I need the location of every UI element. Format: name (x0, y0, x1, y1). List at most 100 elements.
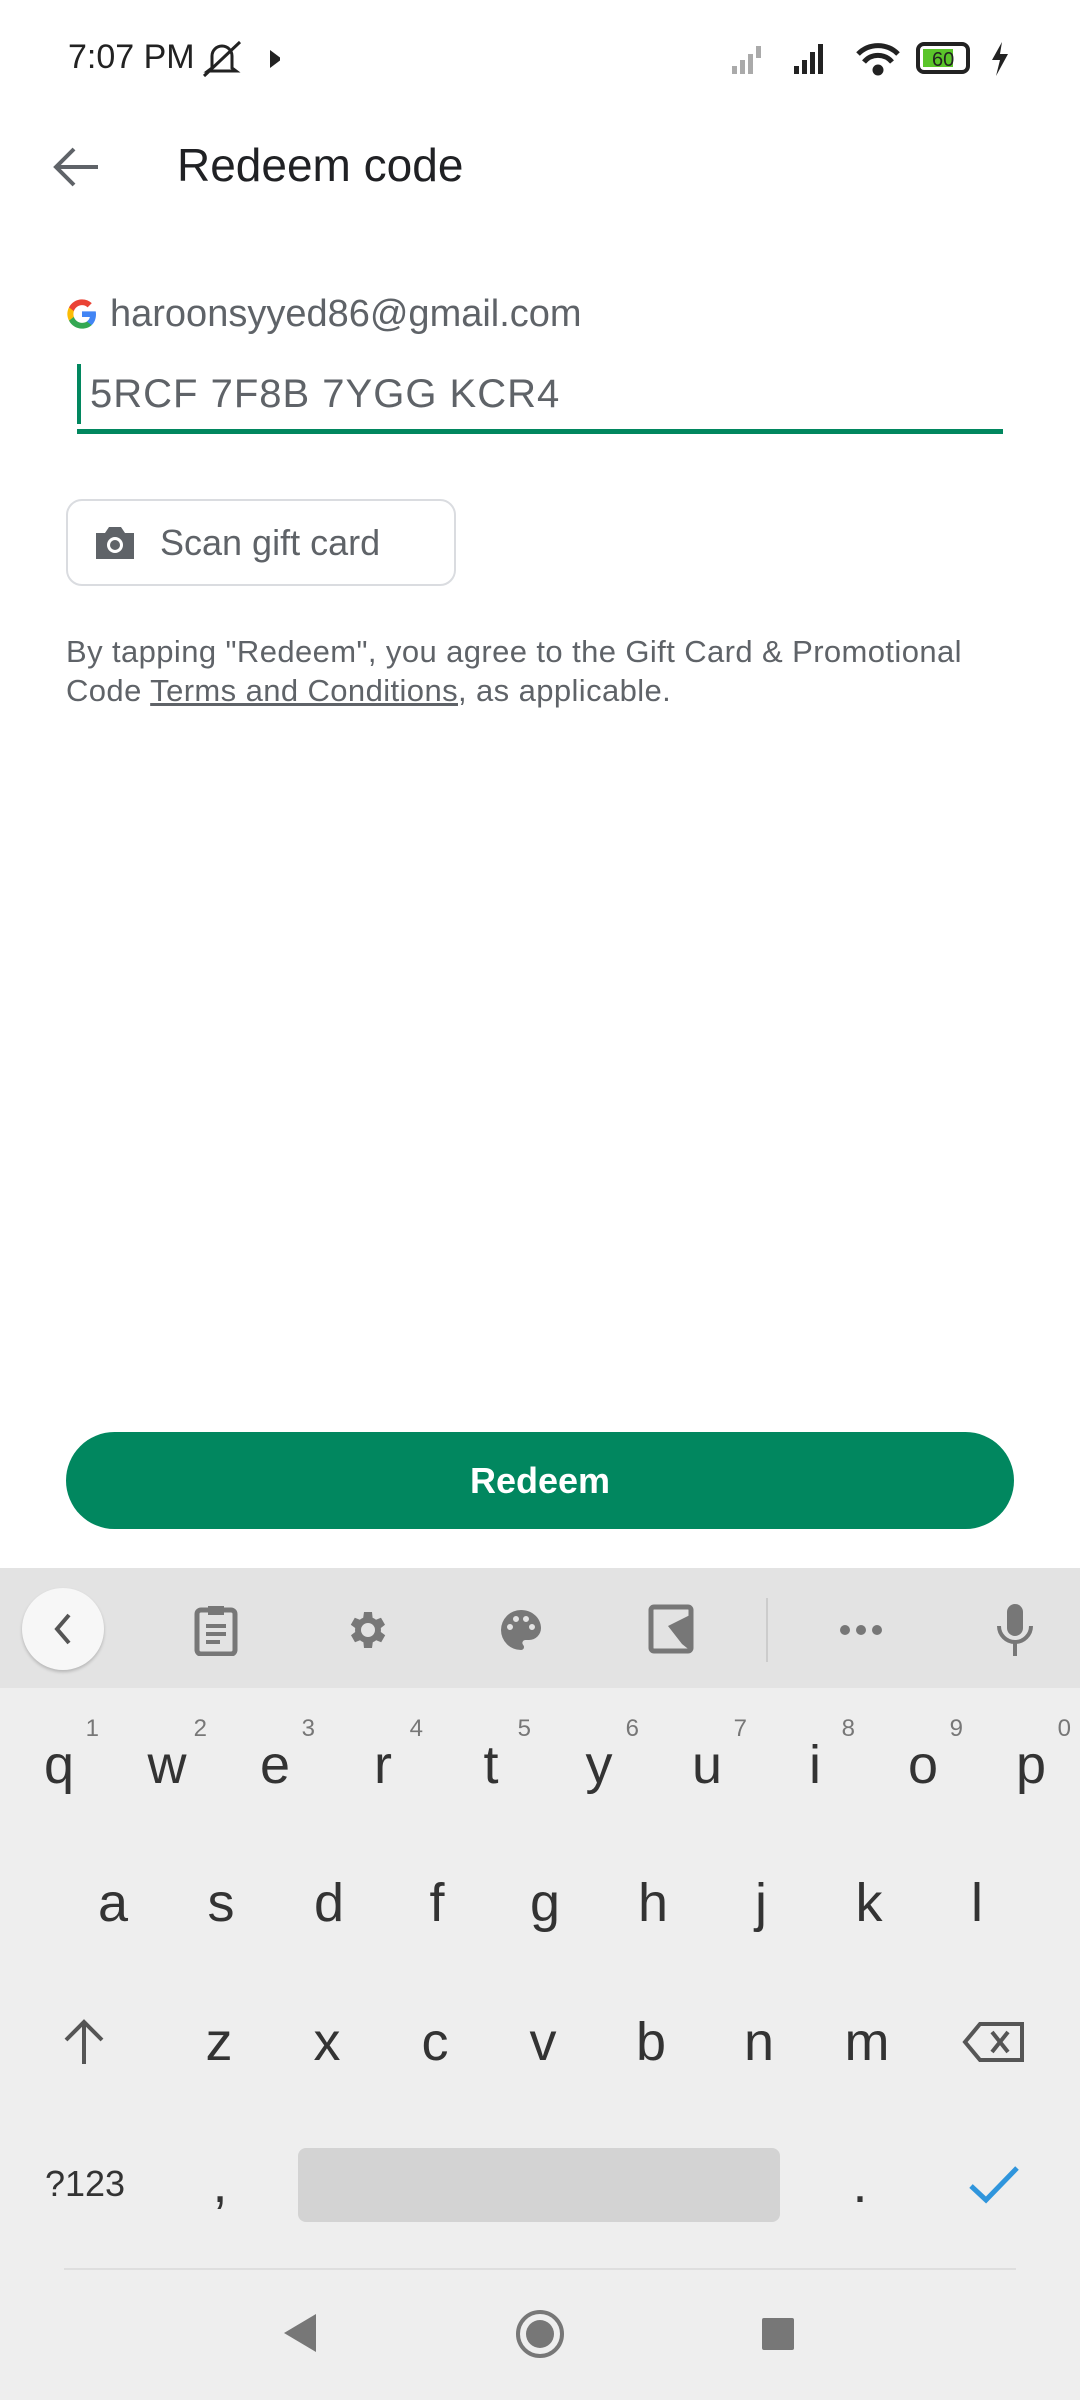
key-b[interactable]: b (597, 1982, 705, 2102)
key-w[interactable]: w2 (113, 1705, 221, 1825)
key-label: q (43, 1735, 75, 1795)
backspace-key[interactable] (940, 1982, 1048, 2102)
scan-gift-card-button[interactable]: Scan gift card (66, 499, 456, 586)
key-l[interactable]: l (923, 1843, 1031, 1963)
key-label: b (635, 2012, 667, 2072)
key-hint: 3 (301, 1715, 315, 1742)
key-p[interactable]: p0 (977, 1705, 1080, 1825)
key-k[interactable]: k (815, 1843, 923, 1963)
key-y[interactable]: y6 (545, 1705, 653, 1825)
status-time: 7:07 PM (68, 38, 195, 76)
theme-palette-icon[interactable] (491, 1600, 551, 1660)
key-hint: 7 (733, 1715, 747, 1742)
clipboard-icon[interactable] (186, 1600, 246, 1660)
key-label: h (637, 1873, 669, 1933)
key-label: x (313, 2012, 341, 2072)
key-z[interactable]: z (165, 1982, 273, 2102)
terms-text: By tapping "Redeem", you agree to the Gi… (66, 632, 1026, 710)
key-h[interactable]: h (599, 1843, 707, 1963)
key-j[interactable]: j (707, 1843, 815, 1963)
key-label: p (1015, 1735, 1047, 1795)
toolbar-divider (766, 1598, 768, 1662)
key-r[interactable]: r4 (329, 1705, 437, 1825)
key-o[interactable]: o9 (869, 1705, 977, 1825)
key-c[interactable]: c (381, 1982, 489, 2102)
key-label: t (483, 1735, 499, 1795)
key-f[interactable]: f (383, 1843, 491, 1963)
shift-key[interactable] (30, 1982, 138, 2102)
nav-back-icon[interactable] (280, 2310, 320, 2356)
collapse-toolbar-button[interactable] (22, 1588, 104, 1670)
terms-suffix: , as applicable. (458, 673, 672, 708)
done-key[interactable] (940, 2124, 1048, 2244)
camera-icon (96, 526, 134, 559)
key-q[interactable]: q1 (5, 1705, 113, 1825)
key-m[interactable]: m (813, 1982, 921, 2102)
key-label: s (207, 1873, 235, 1933)
battery-level: 60 (932, 49, 954, 71)
wifi-icon (856, 43, 900, 76)
key-hint: 8 (841, 1715, 855, 1742)
nav-divider (64, 2268, 1016, 2270)
space-key[interactable] (298, 2148, 780, 2222)
key-hint: 6 (625, 1715, 639, 1742)
settings-gear-icon[interactable] (338, 1600, 398, 1660)
google-icon (67, 299, 96, 329)
code-input[interactable]: 5RCF 7F8B 7YGG KCR4 (90, 372, 560, 417)
nav-home-icon[interactable] (514, 2308, 566, 2360)
key-hint: 5 (517, 1715, 531, 1742)
status-bar: 7:07 PM 60 (0, 0, 1080, 110)
symbols-key[interactable]: ?123 (30, 2124, 140, 2244)
key-label: z (205, 2012, 233, 2072)
key-e[interactable]: e3 (221, 1705, 329, 1825)
key-hint: 1 (85, 1715, 99, 1742)
key-a[interactable]: a (59, 1843, 167, 1963)
period-key[interactable]: . (806, 2124, 914, 2244)
key-label: j (755, 1873, 767, 1933)
key-label: d (313, 1873, 345, 1933)
checkmark-icon (969, 2166, 1019, 2204)
key-n[interactable]: n (705, 1982, 813, 2102)
key-label: w (147, 1735, 187, 1795)
one-handed-mode-icon[interactable] (642, 1600, 702, 1660)
key-label: a (97, 1873, 129, 1933)
key-d[interactable]: d (275, 1843, 383, 1963)
key-hint: 0 (1057, 1715, 1071, 1742)
key-hint: 4 (409, 1715, 423, 1742)
arrow-back-icon[interactable] (52, 145, 102, 189)
status-icons: 60 (732, 42, 1008, 76)
key-label: y (585, 1735, 613, 1795)
key-label: g (529, 1873, 561, 1933)
key-hint: 2 (193, 1715, 207, 1742)
more-options-icon[interactable] (831, 1600, 891, 1660)
signal-icon (794, 44, 823, 74)
key-label: r (374, 1735, 392, 1795)
account-email: haroonsyyed86@gmail.com (110, 293, 582, 335)
key-label: n (743, 2012, 775, 2072)
charging-icon (992, 42, 1008, 76)
key-g[interactable]: g (491, 1843, 599, 1963)
text-cursor (77, 364, 81, 424)
key-label: o (907, 1735, 939, 1795)
scan-gift-card-label: Scan gift card (160, 521, 381, 563)
key-label: u (691, 1735, 723, 1795)
comma-key[interactable]: , (166, 2124, 274, 2244)
key-i[interactable]: i8 (761, 1705, 869, 1825)
key-x[interactable]: x (273, 1982, 381, 2102)
redeem-button[interactable]: Redeem (66, 1432, 1014, 1529)
code-input-underline (77, 429, 1003, 434)
terms-link[interactable]: Terms and Conditions (150, 673, 458, 708)
key-label: v (529, 2012, 557, 2072)
no-signal-icon (732, 46, 761, 74)
key-u[interactable]: u7 (653, 1705, 761, 1825)
microphone-icon[interactable] (985, 1600, 1045, 1660)
key-t[interactable]: t5 (437, 1705, 545, 1825)
key-label: e (259, 1735, 291, 1795)
key-label: c (421, 2012, 449, 2072)
key-v[interactable]: v (489, 1982, 597, 2102)
page-title: Redeem code (177, 139, 464, 191)
nav-recents-icon[interactable] (760, 2316, 796, 2352)
key-label: f (429, 1873, 445, 1933)
key-label: i (809, 1735, 821, 1795)
key-s[interactable]: s (167, 1843, 275, 1963)
